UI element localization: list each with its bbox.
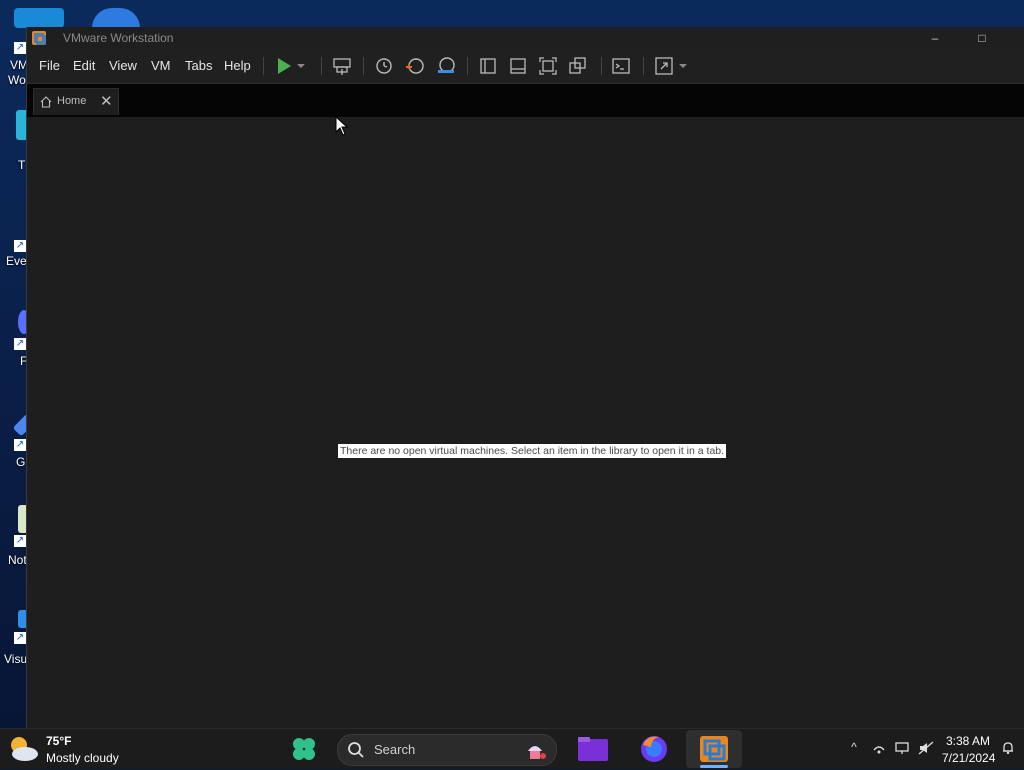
start-button[interactable]	[287, 733, 321, 765]
desktop-shortcut-label: G	[16, 455, 26, 469]
shortcut-arrow-icon: ↗	[14, 535, 26, 547]
home-icon	[40, 96, 52, 108]
clock-date[interactable]: 7/21/2024	[942, 751, 995, 765]
keyboard-send-icon	[333, 58, 351, 75]
menu-edit[interactable]: Edit	[73, 58, 95, 73]
start-clover-icon	[293, 738, 315, 760]
folder-icon	[578, 737, 608, 761]
stretch-icon	[655, 57, 673, 75]
stretch-guest-button[interactable]	[653, 55, 675, 77]
weather-temperature: 75°F	[46, 734, 72, 748]
weather-condition: Mostly cloudy	[46, 751, 119, 765]
show-thumbnail-bar-button[interactable]	[507, 55, 529, 77]
desktop-shortcut-label: Eve	[6, 254, 27, 268]
desktop-shortcut-eve[interactable]: ↗ Eve	[0, 210, 28, 280]
mouse-cursor-icon	[335, 116, 349, 136]
notifications-bell-icon[interactable]	[1000, 740, 1016, 756]
menu-file[interactable]: File	[39, 58, 60, 73]
clock-time[interactable]: 3:38 AM	[946, 734, 990, 748]
maximize-button[interactable]: □	[959, 27, 1005, 49]
volume-muted-icon[interactable]	[918, 740, 934, 756]
revert-snapshot-button[interactable]	[404, 55, 426, 77]
desktop-shortcut-label: Visu	[4, 652, 28, 666]
shortcut-arrow-icon: ↗	[14, 42, 26, 54]
send-ctrl-alt-del-button[interactable]	[331, 55, 353, 77]
terminal-icon	[612, 58, 630, 74]
snapshot-manager-button[interactable]	[435, 55, 457, 77]
vmware-icon	[700, 736, 728, 762]
vmware-app-icon	[32, 31, 46, 45]
desktop-shortcut-label: T	[18, 158, 26, 172]
desktop-shortcut-t[interactable]: T	[0, 110, 30, 180]
unity-button[interactable]	[567, 55, 589, 77]
firefox-icon	[641, 736, 667, 762]
taskbar: 75°F Mostly cloudy Search ^ 3:38 AM 7/21…	[0, 728, 1024, 769]
menu-view[interactable]: View	[109, 58, 137, 73]
network-icon[interactable]	[871, 740, 887, 756]
chevron-down-icon	[297, 64, 305, 68]
minimize-button[interactable]: –	[912, 27, 958, 49]
vmware-window: VMware Workstation – □ File Edit View VM…	[26, 27, 1024, 728]
toolbar-separator	[643, 57, 644, 75]
take-snapshot-button[interactable]	[373, 55, 395, 77]
sidebar-icon	[480, 58, 496, 74]
full-screen-icon	[539, 57, 557, 75]
desktop-shortcut-label-line2: Wo	[8, 73, 26, 87]
play-icon	[278, 58, 291, 74]
shortcut-arrow-icon: ↗	[14, 439, 26, 451]
firefox-button[interactable]	[637, 733, 671, 765]
toolbar-separator	[321, 57, 322, 75]
show-library-button[interactable]	[477, 55, 499, 77]
desktop-shortcut-f[interactable]: ↗ F	[0, 310, 30, 380]
vmware-taskbar-icon-wrap	[697, 733, 731, 765]
console-view-button[interactable]	[610, 55, 632, 77]
title-bar[interactable]: VMware Workstation – □	[27, 27, 1024, 49]
chevron-down-icon	[679, 64, 687, 68]
vmware-desktop-icon[interactable]	[14, 8, 64, 28]
menu-help[interactable]: Help	[224, 58, 251, 73]
desktop-shortcut-not[interactable]: ↗ Not	[0, 505, 28, 575]
empty-state-message: There are no open virtual machines. Sele…	[338, 444, 727, 458]
toolbar-separator	[263, 57, 264, 75]
toolbar-separator	[601, 57, 602, 75]
tab-label: Home	[57, 95, 87, 107]
full-screen-button[interactable]	[537, 55, 559, 77]
search-icon	[348, 742, 364, 758]
power-dropdown-button[interactable]	[295, 55, 307, 77]
unity-icon	[569, 57, 586, 74]
tab-bar: Home ✕	[27, 84, 1024, 117]
cloudy-moon-icon	[11, 737, 38, 761]
search-box[interactable]: Search	[337, 734, 557, 766]
snapshot-clock-icon	[376, 58, 392, 74]
menu-tabs[interactable]: Tabs	[185, 58, 212, 73]
shortcut-arrow-icon: ↗	[14, 632, 26, 644]
stretch-dropdown-button[interactable]	[677, 55, 689, 77]
tab-home[interactable]: Home ✕	[33, 88, 119, 115]
snapshot-manager-icon	[438, 57, 455, 73]
desktop-shortcut-vmware[interactable]: ↗ VM Wo	[0, 40, 28, 110]
menu-bar: File Edit View VM Tabs Help	[27, 49, 1024, 84]
power-on-button[interactable]	[273, 55, 295, 77]
shortcut-arrow-icon: ↗	[14, 338, 26, 350]
revert-snapshot-icon	[406, 58, 424, 74]
menu-vm[interactable]: VM	[151, 58, 171, 73]
main-content: There are no open virtual machines. Sele…	[27, 117, 1024, 728]
chrome-desktop-icon[interactable]	[92, 8, 140, 28]
show-hidden-icons-button[interactable]: ^	[846, 740, 862, 756]
desktop-shortcut-visu[interactable]: ↗ Visu	[0, 610, 28, 680]
toolbar-separator	[467, 57, 468, 75]
toolbar-separator	[363, 57, 364, 75]
search-placeholder: Search	[374, 742, 416, 757]
file-explorer-button[interactable]	[576, 733, 610, 765]
window-title: VMware Workstation	[63, 31, 174, 45]
display-icon[interactable]	[894, 740, 910, 756]
desktop-shortcut-g[interactable]: ↗ G	[0, 413, 36, 485]
desktop-shortcut-label: Not	[8, 553, 27, 567]
close-tab-button[interactable]: ✕	[100, 92, 113, 110]
thumbnail-bar-icon	[510, 58, 526, 74]
search-highlight-icon	[528, 746, 546, 759]
shortcut-arrow-icon: ↗	[14, 240, 26, 252]
